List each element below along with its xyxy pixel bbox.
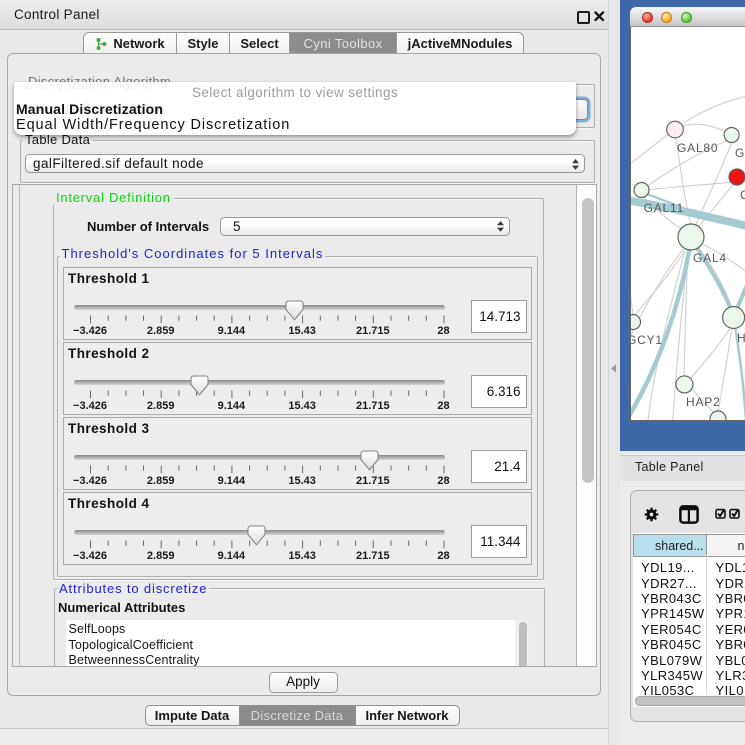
svg-text:GA: GA bbox=[735, 146, 745, 160]
svg-text:H: H bbox=[737, 331, 745, 345]
svg-text:C: C bbox=[740, 188, 745, 202]
svg-text:HAP2: HAP2 bbox=[686, 395, 721, 409]
svg-text:GAL11: GAL11 bbox=[644, 201, 684, 215]
svg-text:GAL80: GAL80 bbox=[677, 141, 718, 155]
svg-text:GAL4: GAL4 bbox=[693, 251, 727, 265]
svg-text:GCY1: GCY1 bbox=[631, 333, 663, 347]
